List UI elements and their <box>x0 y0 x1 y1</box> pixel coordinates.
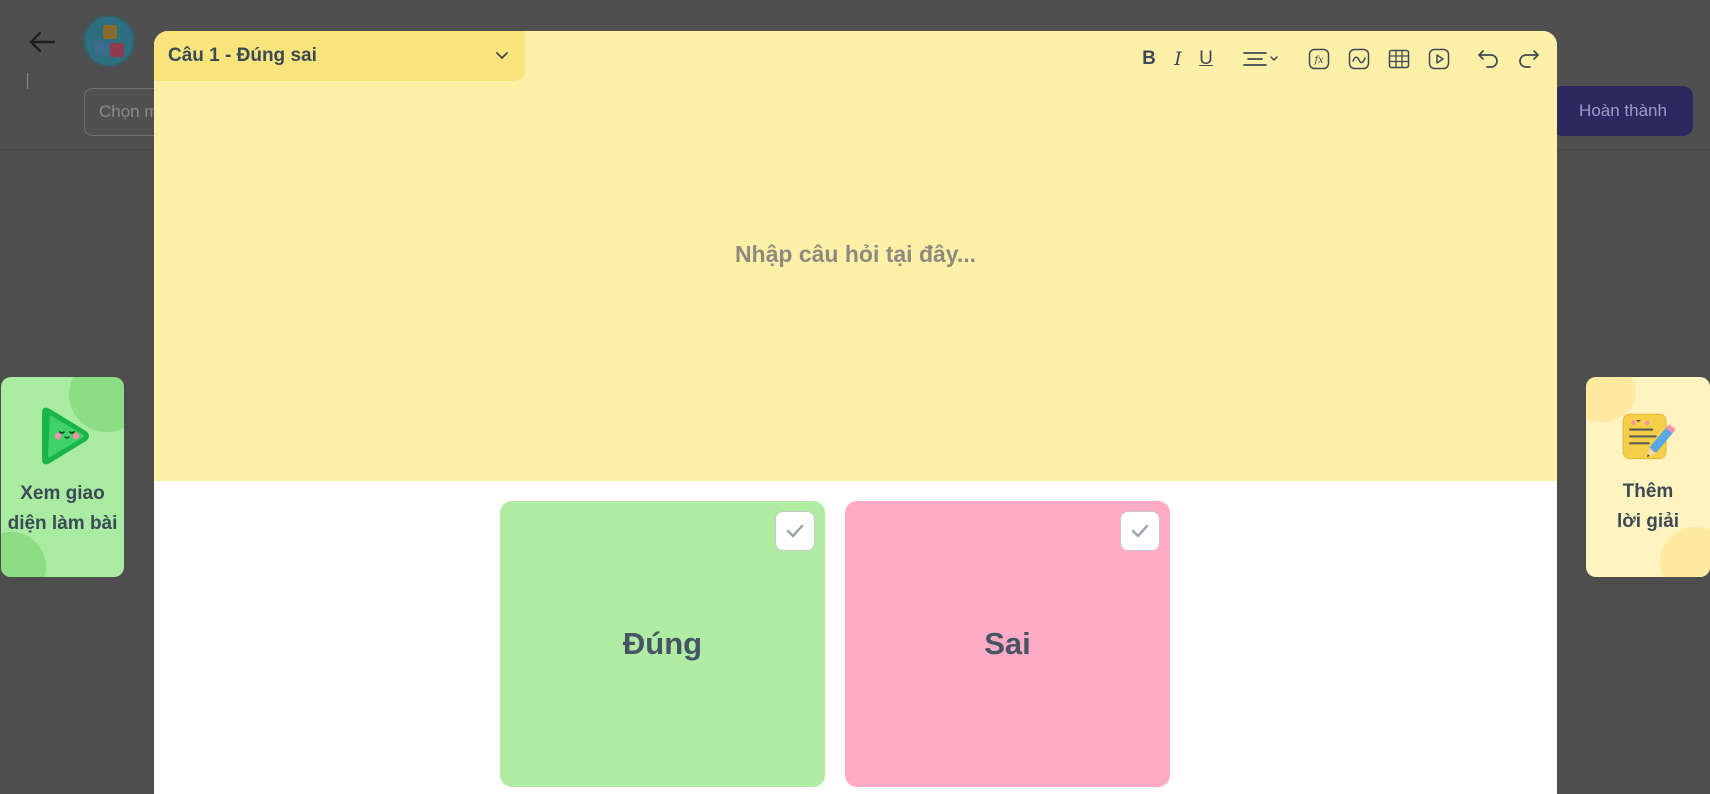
answer-card-true[interactable]: Đúng <box>500 501 825 787</box>
redo-button[interactable] <box>1514 44 1544 74</box>
answer-checkbox[interactable] <box>775 511 815 551</box>
check-icon <box>1131 524 1149 538</box>
question-editor-modal: Câu 1 - Đúng sai B I U fx Nhập câu hỏi t… <box>154 31 1557 794</box>
formula-icon: fx <box>1308 48 1330 70</box>
chevron-down-icon <box>493 47 511 65</box>
svg-text:fx: fx <box>1313 55 1324 66</box>
question-type-dropdown[interactable]: Câu 1 - Đúng sai <box>154 31 525 81</box>
undo-icon <box>1478 50 1498 68</box>
text-cursor <box>27 73 28 89</box>
align-icon <box>1243 52 1278 66</box>
bold-button[interactable]: B <box>1134 44 1164 74</box>
underline-button[interactable]: U <box>1191 44 1221 74</box>
align-button[interactable] <box>1238 44 1282 74</box>
graph-icon <box>1348 48 1370 70</box>
app-logo <box>83 15 135 67</box>
preview-label: Xem giao diện làm bài <box>7 483 118 534</box>
table-icon <box>1388 49 1410 69</box>
video-icon <box>1428 48 1450 70</box>
answer-label: Sai <box>984 626 1031 661</box>
note-pencil-icon <box>1622 413 1675 460</box>
check-icon <box>786 524 804 538</box>
table-button[interactable] <box>1384 44 1414 74</box>
back-arrow-icon <box>29 31 56 53</box>
answer-checkbox[interactable] <box>1120 511 1160 551</box>
question-placeholder[interactable]: Nhập câu hỏi tại đây... <box>154 241 1557 268</box>
answer-card-false[interactable]: Sai <box>845 501 1170 787</box>
back-button[interactable] <box>26 26 58 58</box>
video-button[interactable] <box>1424 44 1454 74</box>
question-type-label: Câu 1 - Đúng sai <box>168 45 317 66</box>
answer-label: Đúng <box>622 626 703 661</box>
add-solution-card[interactable]: Thêm lời giải <box>1586 377 1710 577</box>
finish-button[interactable]: Hoàn thành <box>1553 86 1693 136</box>
formula-button[interactable]: fx <box>1304 44 1334 74</box>
play-icon <box>41 407 89 465</box>
preview-card[interactable]: Xem giao diện làm bài <box>1 377 124 577</box>
italic-button[interactable]: I <box>1163 44 1193 74</box>
question-editor[interactable]: Câu 1 - Đúng sai B I U fx Nhập câu hỏi t… <box>154 31 1557 481</box>
undo-button[interactable] <box>1473 44 1503 74</box>
redo-icon <box>1519 50 1539 68</box>
graph-button[interactable] <box>1344 44 1374 74</box>
add-solution-label: Thêm lời giải <box>1616 481 1680 532</box>
